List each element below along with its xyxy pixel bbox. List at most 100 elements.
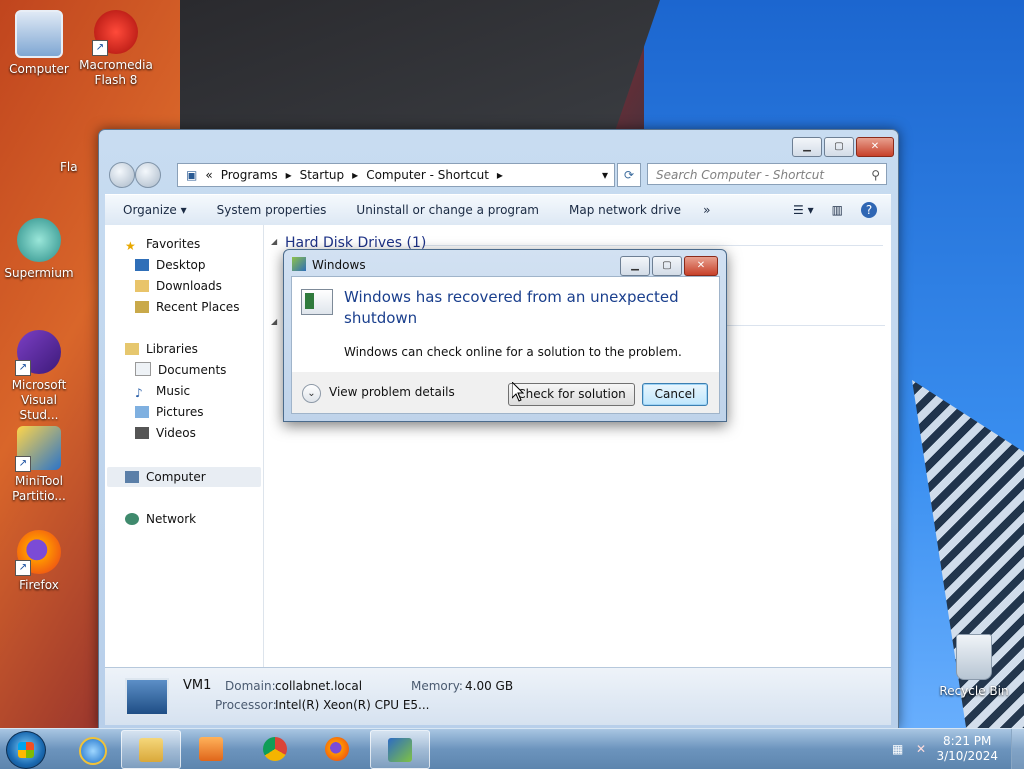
desktop-icon-partial[interactable]: Fla [60,160,100,175]
show-desktop-button[interactable] [1011,729,1024,769]
taskbar-windows-explorer[interactable] [121,730,181,769]
taskbar-internet-explorer[interactable] [62,730,120,767]
nav-item-libraries[interactable]: Libraries [125,340,198,358]
minimize-button[interactable]: ▁ [792,137,822,157]
nav-label: Pictures [156,405,204,419]
nav-label: Music [156,384,191,398]
search-input[interactable]: Search Computer - Shortcut ⚲ [647,163,887,185]
dialog-content: Windows has recovered from an unexpected… [291,276,720,374]
desktop-icon-visual-studio[interactable]: ↗ Microsoft Visual Stud... [1,330,77,423]
desktop-icon-minitool[interactable]: ↗ MiniTool Partitio... [1,426,77,504]
dialog-maximize-button[interactable]: ▢ [652,256,682,276]
nav-item-documents[interactable]: Documents [135,361,226,379]
nav-item-music[interactable]: ♪ Music [135,382,190,400]
navigation-pane[interactable]: ★ Favorites Desktop Downloads Recent Plac… [105,225,264,667]
desktop-icon-recycle-bin[interactable]: Recycle Bin [936,634,1012,699]
taskbar-action-center-app[interactable] [370,730,430,769]
help-icon[interactable]: ? [861,202,877,218]
dialog-message: Windows can check online for a solution … [344,345,682,359]
details-pane: VM1 Domain: collabnet.local Memory: 4.00… [105,667,891,725]
refresh-button[interactable]: ⟳ [617,163,641,187]
breadcrumb-programs[interactable]: Programs [221,168,278,182]
clock-date: 3/10/2024 [936,749,998,763]
overflow-chevron-icon[interactable]: « [205,168,212,182]
volume-muted-icon[interactable]: ✕ [916,742,930,756]
supermium-icon [17,218,61,262]
nav-item-network[interactable]: Network [125,510,196,528]
cancel-button[interactable]: Cancel [642,383,708,406]
processor-value: Intel(R) Xeon(R) CPU E5... [275,698,430,712]
map-network-drive-button[interactable]: Map network drive [569,203,681,217]
desktop-icon-label: Supermium [4,266,74,280]
view-problem-details-link[interactable]: View problem details [329,385,455,399]
desktop-icon-flash[interactable]: ↗ Macromedia Flash 8 [78,10,154,88]
forward-button[interactable] [135,162,161,188]
maximize-button[interactable]: ▢ [824,137,854,157]
pictures-icon [135,406,149,418]
taskbar-chrome[interactable] [246,730,304,767]
nav-item-pictures[interactable]: Pictures [135,403,204,421]
windows-explorer-icon [139,738,163,762]
dialog-footer: ⌄ View problem details Check for solutio… [291,372,720,414]
preview-pane-icon[interactable]: ▥ [832,203,843,217]
shortcut-arrow-icon: ↗ [15,456,31,472]
check-for-solution-button[interactable]: Check for solution [508,383,635,406]
collapse-group-icon[interactable]: ◢ [271,317,277,326]
desktop-icon-firefox[interactable]: ↗ Firefox [1,530,77,593]
breadcrumb-separator-icon[interactable]: ▸ [352,168,358,182]
breadcrumb-startup[interactable]: Startup [300,168,345,182]
media-player-icon [199,737,223,761]
taskbar-media-player[interactable] [182,730,240,767]
address-dropdown-icon[interactable]: ▾ [602,168,608,182]
music-icon: ♪ [135,386,143,400]
memory-value: 4.00 GB [465,679,514,693]
nav-label: Downloads [156,279,222,293]
address-bar[interactable]: ▣ « Programs ▸ Startup ▸ Computer - Shor… [177,163,615,187]
start-button[interactable] [6,731,46,769]
breadcrumb-computer-shortcut[interactable]: Computer - Shortcut [366,168,489,182]
mouse-cursor-icon [512,382,524,402]
firefox-icon: ↗ [15,530,61,576]
system-properties-button[interactable]: System properties [217,203,327,217]
breadcrumb-separator-icon[interactable]: ▸ [497,168,503,182]
nav-item-downloads[interactable]: Downloads [135,277,222,295]
group-divider [725,325,885,326]
search-icon[interactable]: ⚲ [871,164,880,186]
desktop-icon-computer[interactable]: Computer [1,10,77,77]
shortcut-arrow-icon: ↗ [15,560,31,576]
more-commands-button[interactable]: » [703,203,710,217]
libraries-icon [125,343,139,355]
network-tray-icon[interactable]: ▦ [892,742,906,756]
nav-label: Desktop [156,258,206,272]
nav-label: Favorites [146,237,201,251]
taskbar: ▦ ✕ 8:21 PM 3/10/2024 [0,728,1024,769]
processor-label: Processor: [215,698,277,712]
recovery-dialog[interactable]: Windows ▁ ▢ ✕ Windows has recovered from… [283,249,727,422]
close-button[interactable]: ✕ [856,137,894,157]
change-view-icon[interactable]: ☰ ▾ [793,203,814,217]
group-divider [425,245,883,246]
explorer-window[interactable]: ▁ ▢ ✕ ▣ « Programs ▸ Startup ▸ Computer … [98,129,899,729]
desktop-icon-label: Microsoft Visual Stud... [11,378,67,422]
nav-item-favorites[interactable]: ★ Favorites [125,235,200,253]
computer-name: VM1 [183,678,212,693]
collapse-group-icon[interactable]: ◢ [271,237,277,246]
chevron-down-icon[interactable]: ⌄ [302,384,321,403]
breadcrumb-separator-icon[interactable]: ▸ [286,168,292,182]
back-button[interactable] [109,162,135,188]
clock[interactable]: 8:21 PM 3/10/2024 [936,734,998,764]
nav-item-desktop[interactable]: Desktop [135,256,206,274]
nav-label: Network [146,512,197,526]
nav-item-computer[interactable]: Computer [125,468,206,486]
uninstall-program-button[interactable]: Uninstall or change a program [356,203,539,217]
nav-item-recent-places[interactable]: Recent Places [135,298,239,316]
desktop-icon-supermium[interactable]: Supermium [1,218,77,281]
dialog-minimize-button[interactable]: ▁ [620,256,650,276]
dialog-close-button[interactable]: ✕ [684,256,718,276]
nav-label: Documents [158,363,227,377]
organize-button[interactable]: Organize ▾ [123,203,187,217]
domain-value: collabnet.local [275,679,363,693]
nav-item-videos[interactable]: Videos [135,424,196,442]
taskbar-firefox[interactable] [308,730,366,767]
search-placeholder: Search Computer - Shortcut [656,168,825,182]
